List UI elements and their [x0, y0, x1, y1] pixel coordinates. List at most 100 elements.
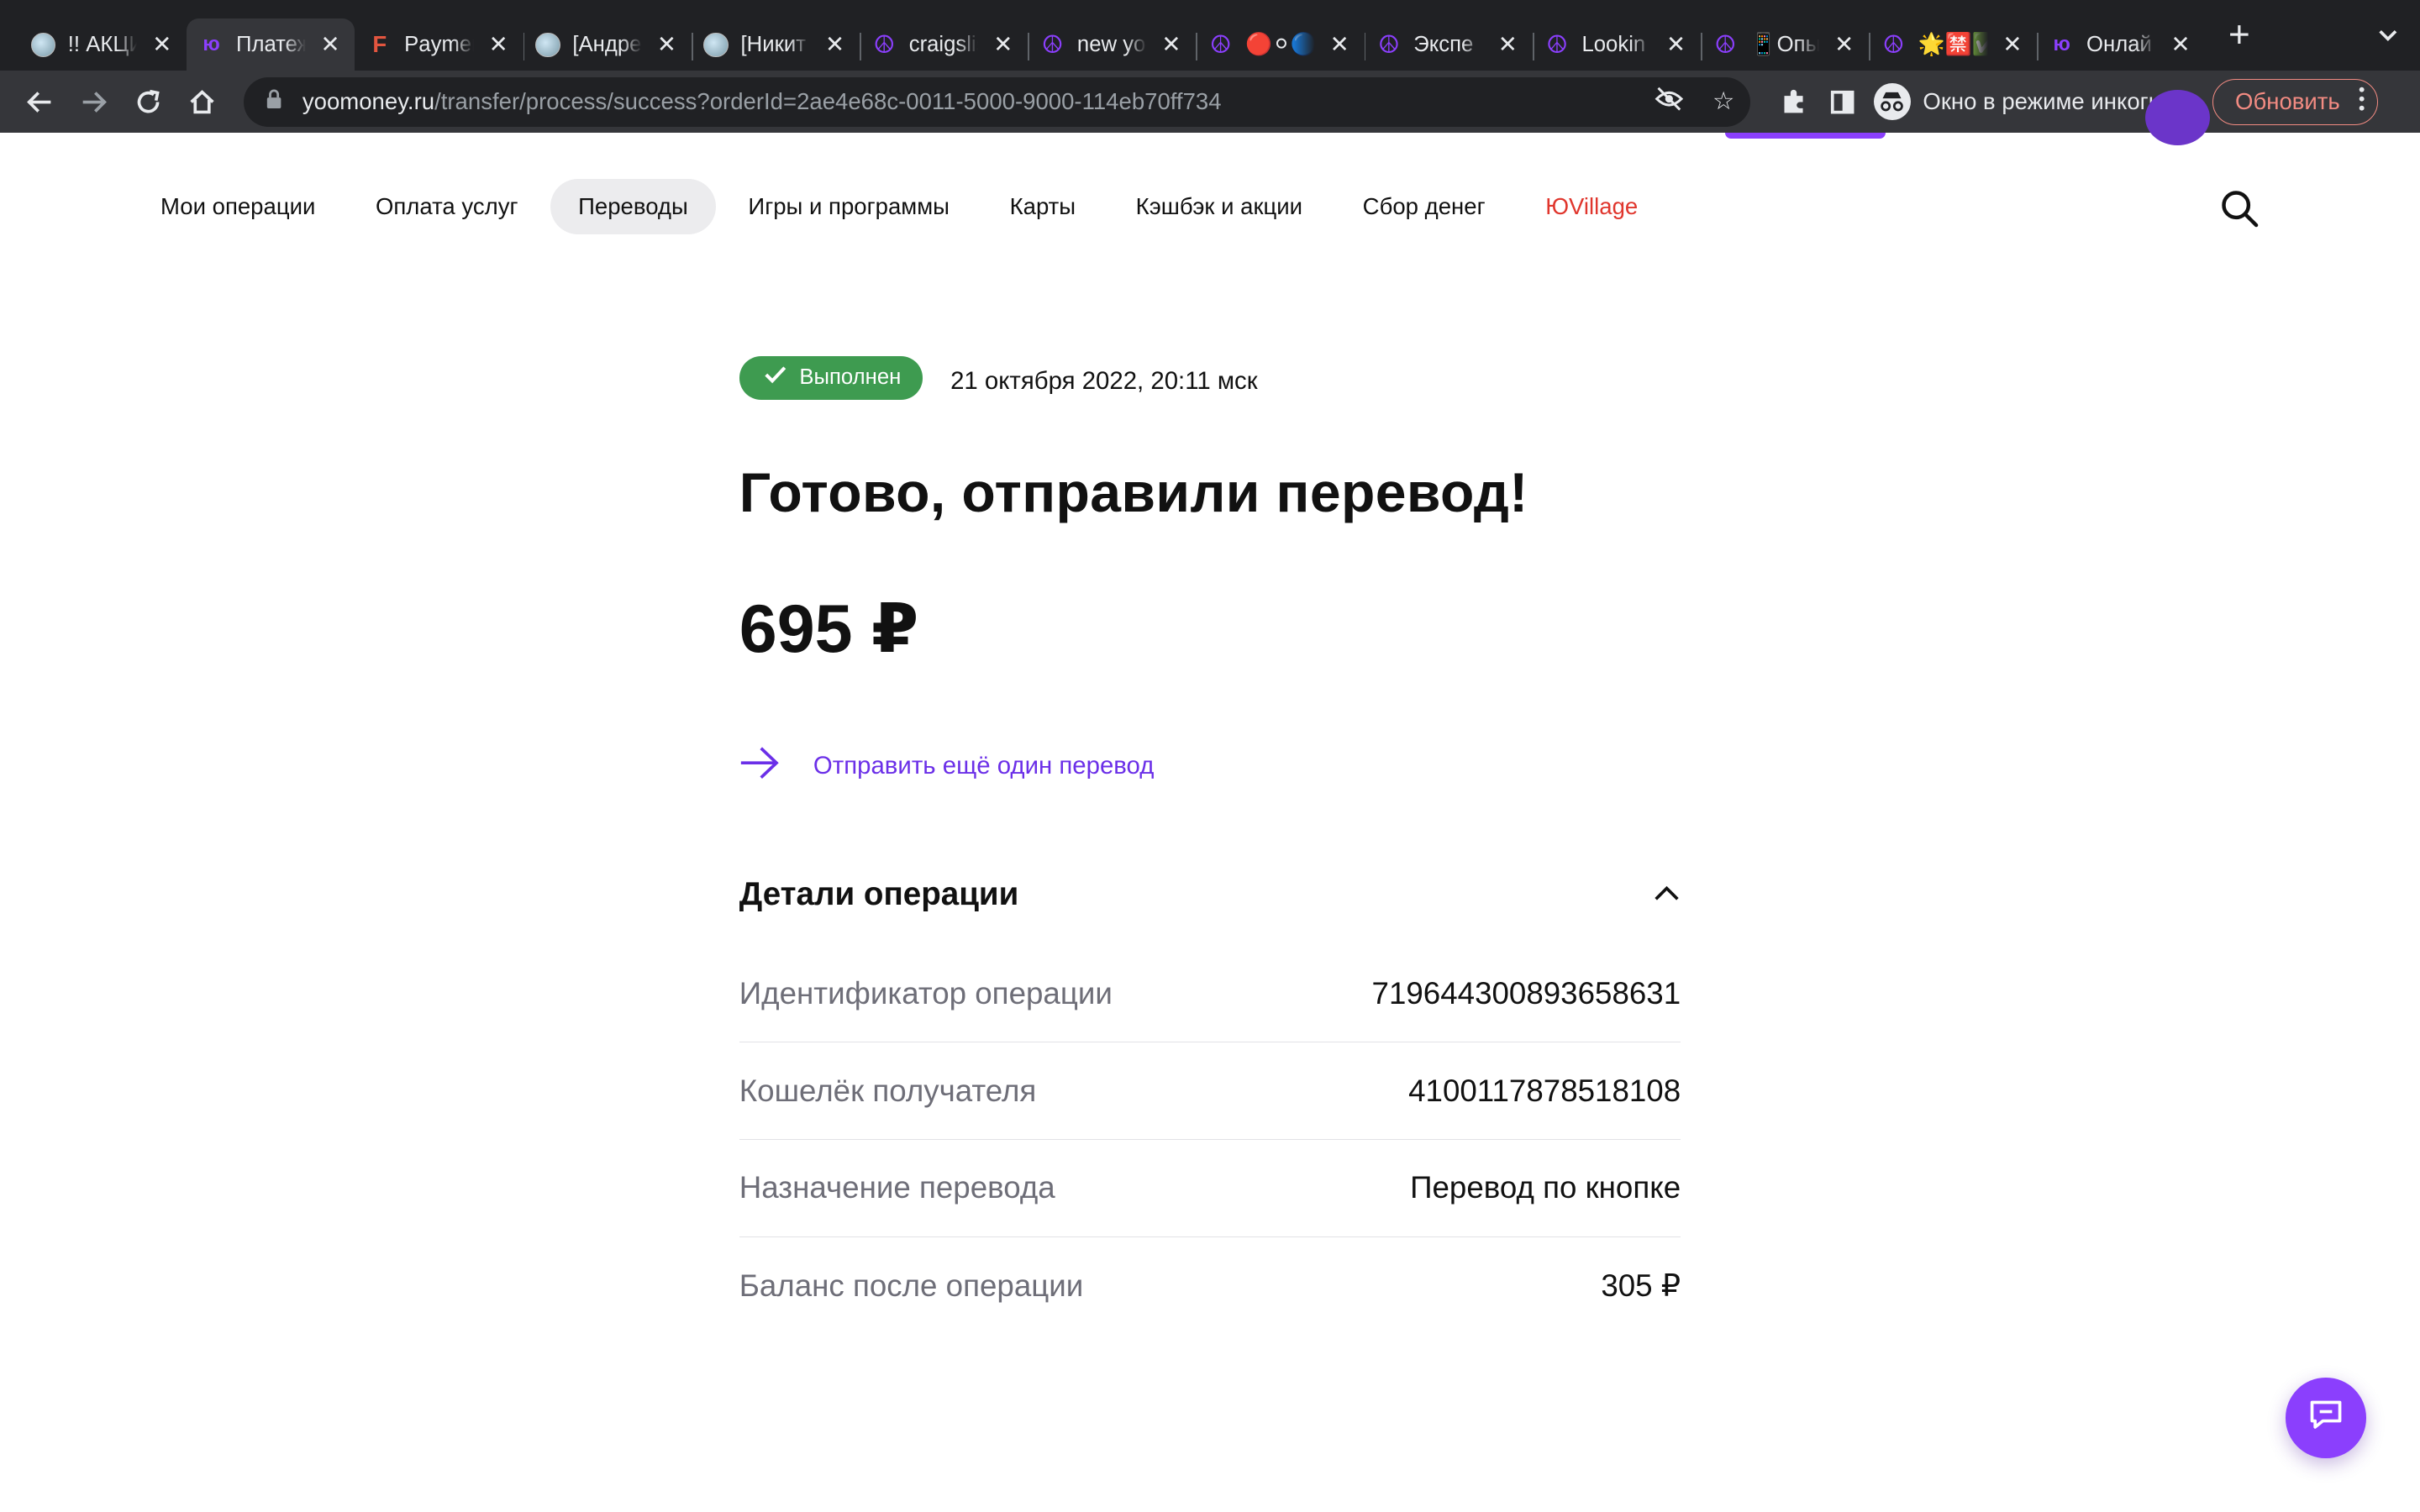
browser-tab[interactable]: F Payment ✕ [355, 18, 523, 71]
page: Мои операции Оплата услуг Переводы Игры … [0, 89, 2420, 1512]
browser-tab[interactable]: ☮ new york ✕ [1028, 18, 1196, 71]
more-vert-icon [2359, 87, 2365, 117]
details-row-purpose: Назначение перевода Перевод по кнопке [739, 1140, 1681, 1237]
update-button[interactable]: Обновить [2212, 78, 2378, 125]
back-arrow-icon[interactable] [15, 77, 65, 127]
status-badge: Выполнен [739, 356, 923, 400]
browser-tab[interactable]: ю Онлай ✕ [2037, 18, 2205, 71]
browser-tab[interactable]: [Никит ✕ [691, 18, 860, 71]
details-toggle[interactable]: Детали операции [739, 876, 1681, 913]
browser-tab[interactable]: ☮ Экспе ✕ [1364, 18, 1533, 71]
nav-item-fundraising[interactable]: Сбор денег [1335, 179, 1513, 234]
nav-item-transfers[interactable]: Переводы [550, 179, 716, 235]
page-title: Готово, отправили перевод! [739, 462, 1528, 525]
close-icon[interactable]: ✕ [655, 31, 679, 58]
details-row-label: Кошелёк получателя [739, 1073, 1037, 1108]
chevron-up-icon [1653, 880, 1681, 909]
reload-icon[interactable] [124, 77, 173, 127]
transfer-amount: 695 ₽ [739, 591, 919, 668]
nav-item-my-operations[interactable]: Мои операции [133, 179, 343, 234]
details-row-value: 4100117878518108 [1408, 1073, 1681, 1108]
globe-icon [703, 32, 729, 57]
globe-icon [30, 32, 56, 57]
forward-arrow-icon[interactable] [70, 77, 119, 127]
extensions-puzzle-icon[interactable] [1769, 77, 1818, 127]
avatar[interactable] [2145, 89, 2211, 145]
send-again-link[interactable]: Отправить ещё один перевод [739, 746, 1681, 786]
address-bar[interactable]: yoomoney.ru/transfer/process/success?ord… [244, 76, 1750, 127]
close-icon[interactable]: ✕ [1159, 31, 1183, 58]
yoomoney-icon: ю [203, 33, 220, 56]
tab-title: new york [1076, 32, 1147, 56]
status-row: Выполнен 21 октября 2022, 20:11 мск [739, 356, 1681, 400]
arrow-right-icon [739, 746, 780, 786]
url-host: yoomoney.ru [302, 88, 435, 115]
details-row-value: 305 ₽ [1601, 1268, 1681, 1304]
close-icon[interactable]: ✕ [2000, 31, 2024, 58]
details-row-label: Назначение перевода [739, 1170, 1055, 1205]
header-button-peek[interactable] [1725, 132, 1886, 139]
tab-title: 🌟🈲✅ [1918, 33, 1988, 57]
update-label: Обновить [2235, 88, 2340, 115]
close-icon[interactable]: ✕ [2168, 31, 2192, 58]
main-nav: Мои операции Оплата услуг Переводы Игры … [133, 179, 1670, 235]
browser-tab[interactable]: ☮ 🔴⚪🔵 ✕ [1196, 18, 1364, 71]
peace-icon: ☮ [1882, 30, 1905, 59]
chat-bubble-icon [2307, 1398, 2344, 1438]
incognito-icon [1873, 83, 1911, 121]
new-tab-plus-icon[interactable]: + [2214, 14, 2264, 56]
details-row-label: Идентификатор операции [739, 975, 1113, 1011]
operation-date: 21 октября 2022, 20:11 мск [950, 366, 1258, 395]
browser-tab[interactable]: !! АКЦИ ✕ [18, 18, 187, 71]
side-panel-icon[interactable] [1818, 77, 1868, 127]
close-icon[interactable]: ✕ [823, 31, 847, 58]
browser-tabstrip: !! АКЦИ ✕ ю Платеж ✕ F Payment ✕ [Андрей… [0, 0, 2420, 71]
peace-icon: ☮ [1714, 30, 1737, 59]
close-icon[interactable]: ✕ [1832, 31, 1856, 58]
transfer-result: Выполнен 21 октября 2022, 20:11 мск Гото… [739, 356, 1681, 1334]
peace-icon: ☮ [873, 30, 896, 59]
details-row-value: Перевод по кнопке [1410, 1170, 1681, 1205]
tab-title: 🔴⚪🔵 [1245, 33, 1315, 57]
f-letter-icon: F [372, 31, 387, 58]
nav-item-cashback[interactable]: Кэшбэк и акции [1108, 179, 1331, 234]
close-icon[interactable]: ✕ [991, 31, 1015, 58]
home-icon[interactable] [177, 77, 227, 127]
close-icon[interactable]: ✕ [318, 31, 342, 58]
close-icon[interactable]: ✕ [487, 31, 511, 58]
nav-item-payments[interactable]: Оплата услуг [348, 179, 546, 234]
details-list: Идентификатор операции 71964430089365863… [739, 946, 1681, 1335]
details-title: Детали операции [739, 876, 1019, 913]
nav-item-games[interactable]: Игры и программы [720, 179, 977, 234]
star-icon[interactable]: ☆ [1712, 87, 1734, 118]
peace-icon: ☮ [1209, 30, 1232, 59]
browser-tab[interactable]: [Андрей ✕ [523, 18, 692, 71]
browser-tab[interactable]: ☮ 🌟🈲✅ ✕ [1869, 18, 2037, 71]
browser-toolbar: yoomoney.ru/transfer/process/success?ord… [0, 71, 2420, 133]
peace-icon: ☮ [1377, 30, 1401, 59]
tab-title: 📱Опы [1749, 33, 1820, 57]
lock-icon[interactable] [266, 89, 287, 114]
details-row-recipient-wallet: Кошелёк получателя 4100117878518108 [739, 1042, 1681, 1140]
close-icon[interactable]: ✕ [150, 31, 174, 58]
send-again-label: Отправить ещё один перевод [813, 752, 1155, 780]
peace-icon: ☮ [1545, 30, 1569, 59]
search-icon[interactable] [2219, 188, 2260, 228]
tab-title: Lookin [1581, 32, 1646, 56]
browser-tab[interactable]: ☮ 📱Опы ✕ [1700, 18, 1869, 71]
browser-tab-active[interactable]: ю Платеж ✕ [187, 18, 355, 71]
browser-tab[interactable]: ☮ craigslist ✕ [859, 18, 1028, 71]
nav-item-cards[interactable]: Карты [982, 179, 1104, 234]
tab-title: Платеж [235, 32, 306, 56]
close-icon[interactable]: ✕ [1664, 31, 1688, 58]
nav-item-yuvillage[interactable]: ЮVillage [1518, 179, 1665, 234]
details-row-operation-id: Идентификатор операции 71964430089365863… [739, 946, 1681, 1043]
tab-search-chevron-icon[interactable] [2377, 24, 2399, 52]
support-chat-button[interactable] [2286, 1378, 2366, 1458]
url-path: /transfer/process/success?orderId=2ae4e6… [434, 88, 1222, 115]
close-icon[interactable]: ✕ [1496, 31, 1520, 58]
close-icon[interactable]: ✕ [1327, 31, 1351, 58]
eye-slash-icon[interactable] [1654, 87, 1685, 118]
details-row-label: Баланс после операции [739, 1268, 1084, 1303]
browser-tab[interactable]: ☮ Lookin ✕ [1532, 18, 1701, 71]
